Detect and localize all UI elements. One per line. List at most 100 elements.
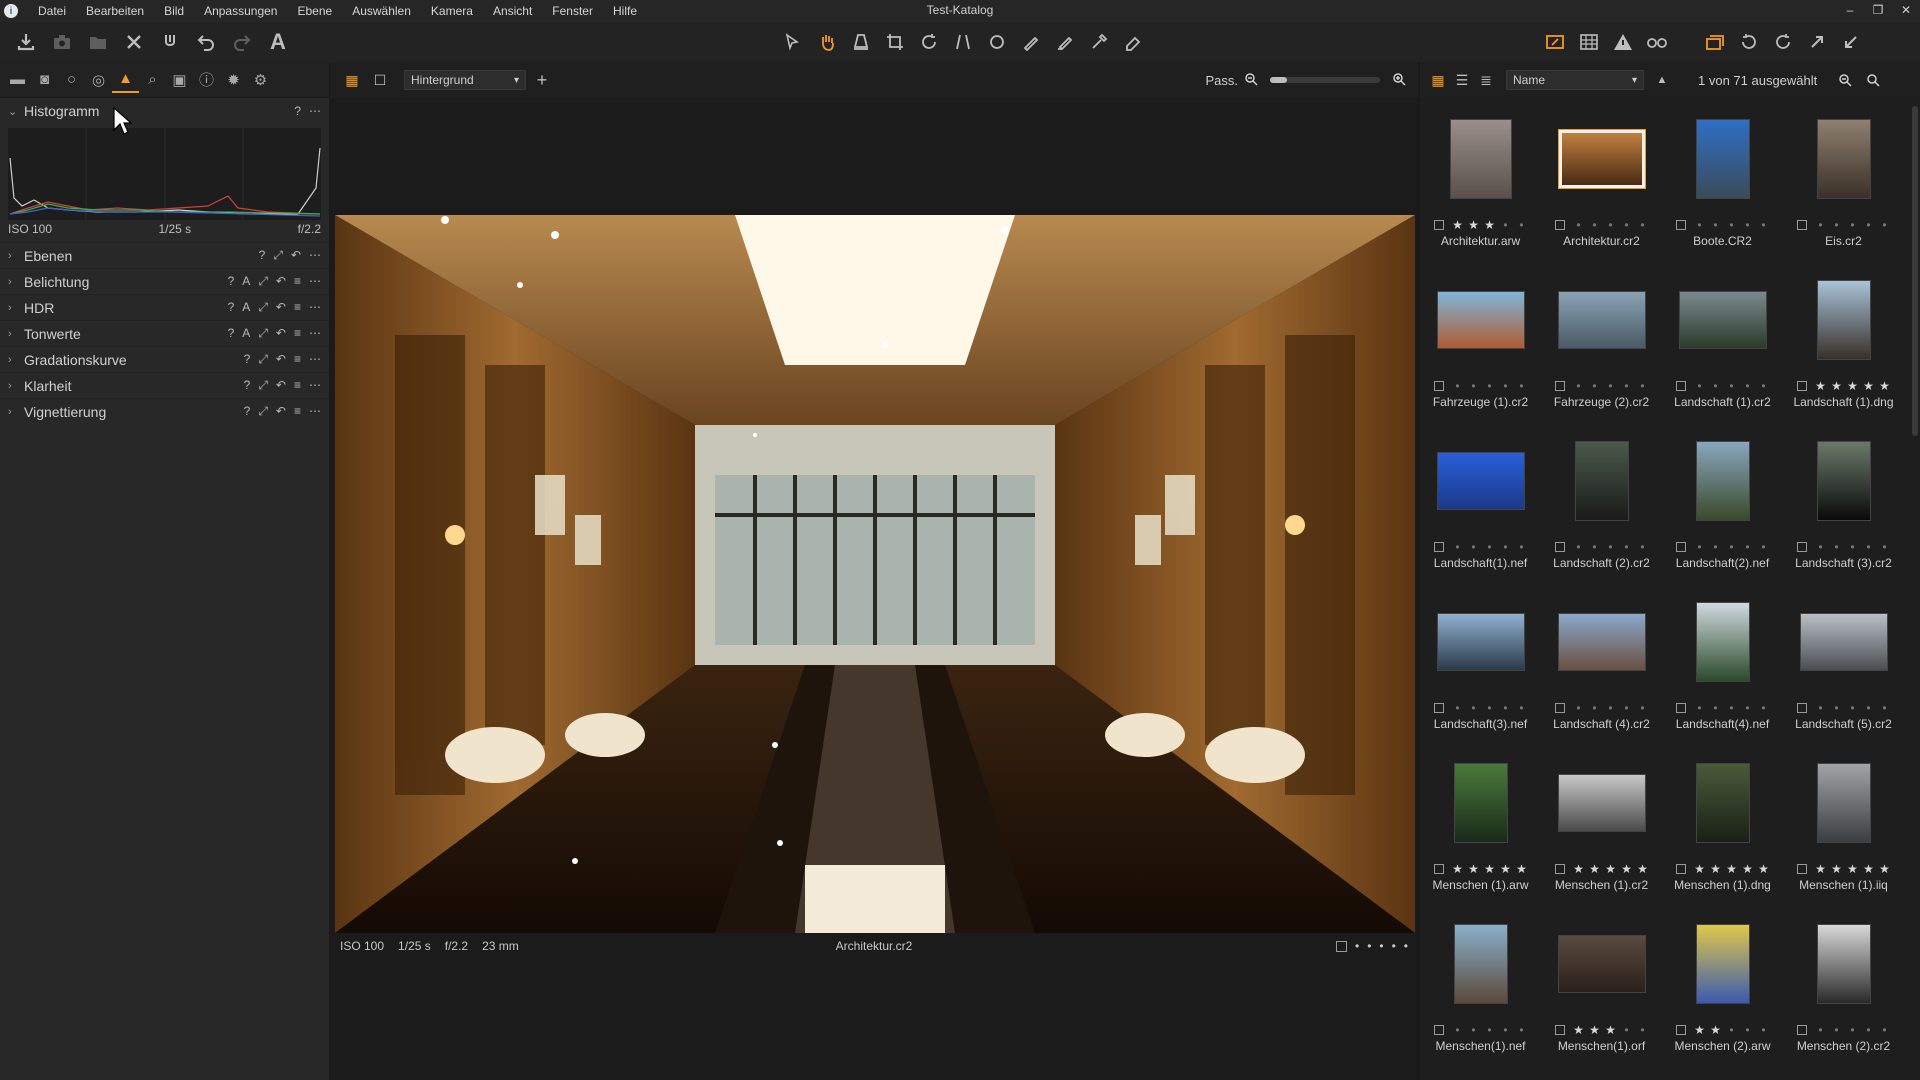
perspective-tool-icon[interactable] xyxy=(946,26,980,58)
sort-direction-icon[interactable]: ▲ xyxy=(1650,68,1674,92)
rating-dot[interactable]: • xyxy=(1726,218,1738,232)
rating-dot[interactable]: • xyxy=(1452,701,1464,715)
star-icon[interactable]: ★ xyxy=(1847,379,1859,393)
rating-dot[interactable]: • xyxy=(1605,379,1617,393)
rating-dot[interactable]: • xyxy=(1863,540,1875,554)
tool-ebenen[interactable]: › Ebenen? ⤢ ↶ ⋯ xyxy=(0,242,329,268)
menu-fenster[interactable]: Fenster xyxy=(542,0,603,22)
thumbnail-image[interactable] xyxy=(1695,602,1750,682)
star-icon[interactable]: ★ xyxy=(1484,218,1496,232)
thumbnail-item[interactable]: • • • • • Menschen(1).nef xyxy=(1420,909,1541,1070)
tag-checkbox[interactable] xyxy=(1554,381,1565,391)
tool-action-icon[interactable]: ↶ xyxy=(276,326,286,341)
rating-dot[interactable]: • xyxy=(1621,540,1633,554)
thumbnail-image[interactable] xyxy=(1799,613,1888,671)
tool-action-icon[interactable]: ? xyxy=(244,378,251,393)
thumbnail-image[interactable] xyxy=(1695,441,1750,521)
rating-dot[interactable]: • xyxy=(1879,701,1891,715)
rotate-left-icon[interactable] xyxy=(1732,26,1766,58)
rating-dot[interactable]: • xyxy=(1847,218,1859,232)
zoom-in-icon[interactable] xyxy=(1392,72,1406,89)
thumbnail-item[interactable]: • • • • • Landschaft (1).cr2 xyxy=(1662,265,1783,426)
thumbnail-item[interactable]: ★ ★ ★ • • Menschen(1).orf xyxy=(1541,909,1662,1070)
rating-dot[interactable]: • xyxy=(1742,540,1754,554)
rating-dot[interactable]: • xyxy=(1500,540,1512,554)
rating-dot[interactable]: • xyxy=(1637,701,1649,715)
tool-action-icon[interactable]: ⤢ xyxy=(258,326,268,341)
thumbnail-item[interactable]: ★ ★ ★ ★ ★ Menschen (1).iiq xyxy=(1783,748,1904,909)
batch-icon[interactable]: ⚙ xyxy=(247,67,274,93)
main-photo[interactable] xyxy=(335,215,1415,933)
rating-dot[interactable]: • xyxy=(1694,379,1706,393)
chevron-right-icon[interactable]: › xyxy=(8,328,20,340)
chevron-right-icon[interactable]: › xyxy=(8,302,20,314)
rating-dot[interactable]: • xyxy=(1367,939,1371,953)
browser-scrollbar[interactable] xyxy=(1912,106,1918,436)
rating-dot[interactable]: • xyxy=(1831,218,1843,232)
tag-checkbox[interactable] xyxy=(1796,381,1807,391)
tool-action-icon[interactable]: ≡ xyxy=(294,300,301,315)
menu-kamera[interactable]: Kamera xyxy=(421,0,483,22)
thumbnail-item[interactable]: • • • • • Landschaft(4).nef xyxy=(1662,587,1783,748)
menu-bild[interactable]: Bild xyxy=(154,0,194,22)
chevron-right-icon[interactable]: › xyxy=(8,406,20,418)
lens-icon[interactable]: ○ xyxy=(58,67,85,93)
rating-dot[interactable]: • xyxy=(1379,939,1383,953)
tool-action-icon[interactable]: ↶ xyxy=(291,248,301,263)
star-icon[interactable]: ★ xyxy=(1468,218,1480,232)
select-tool-icon[interactable] xyxy=(776,26,810,58)
minimize-button[interactable]: – xyxy=(1836,0,1864,20)
menu-anpassungen[interactable]: Anpassungen xyxy=(194,0,287,22)
rating-dot[interactable]: • xyxy=(1710,701,1722,715)
library-icon[interactable]: ▬ xyxy=(4,67,31,93)
zoom-out-icon[interactable] xyxy=(1244,72,1258,89)
tool-action-icon[interactable]: A xyxy=(242,300,250,315)
pan-tool-icon[interactable] xyxy=(810,26,844,58)
thumbnail-image[interactable] xyxy=(1436,452,1525,510)
tag-checkbox[interactable] xyxy=(1675,1025,1686,1035)
tag-checkbox[interactable] xyxy=(1433,1025,1444,1035)
rating-dot[interactable]: • xyxy=(1589,218,1601,232)
star-icon[interactable]: ★ xyxy=(1500,862,1512,876)
rating-dot[interactable]: • xyxy=(1500,1023,1512,1037)
thumbnail-image[interactable] xyxy=(1816,441,1871,521)
thumbnail-image[interactable] xyxy=(1695,924,1750,1004)
sort-select[interactable]: Name ▾ xyxy=(1506,70,1644,90)
star-icon[interactable]: ★ xyxy=(1863,379,1875,393)
spot-tool-icon[interactable] xyxy=(980,26,1014,58)
tool-action-icon[interactable]: ↶ xyxy=(276,300,286,315)
rating-dot[interactable]: • xyxy=(1589,701,1601,715)
rating-dot[interactable]: • xyxy=(1452,379,1464,393)
menu-ebene[interactable]: Ebene xyxy=(287,0,342,22)
tool-gradationskurve[interactable]: › Gradationskurve? ⤢ ↶ ≡ ⋯ xyxy=(0,346,329,372)
star-icon[interactable]: ★ xyxy=(1573,862,1585,876)
rating-dot[interactable]: • xyxy=(1468,379,1480,393)
capture-icon[interactable]: ◙ xyxy=(31,67,58,93)
thumbnail-item[interactable]: • • • • • Landschaft(1).nef xyxy=(1420,426,1541,587)
filmstrip-view-icon[interactable]: ≣ xyxy=(1474,68,1498,92)
tool-belichtung[interactable]: › Belichtung? A ⤢ ↶ ≡ ⋯ xyxy=(0,268,329,294)
tool-action-icon[interactable]: ≡ xyxy=(294,378,301,393)
tool-action-icon[interactable]: ⋯ xyxy=(309,248,321,263)
rating-dot[interactable]: • xyxy=(1758,1023,1770,1037)
star-icon[interactable]: ★ xyxy=(1831,379,1843,393)
rating-dot[interactable]: • xyxy=(1879,218,1891,232)
star-icon[interactable]: ★ xyxy=(1589,862,1601,876)
tool-action-icon[interactable]: ≡ xyxy=(294,352,301,367)
thumbnail-image[interactable] xyxy=(1557,774,1646,832)
star-icon[interactable]: ★ xyxy=(1758,862,1770,876)
thumbnail-image[interactable] xyxy=(1557,935,1646,993)
tag-checkbox[interactable] xyxy=(1433,220,1444,230)
chevron-right-icon[interactable]: › xyxy=(8,276,20,288)
rating-dot[interactable]: • xyxy=(1726,379,1738,393)
menu-bearbeiten[interactable]: Bearbeiten xyxy=(76,0,154,22)
tool-action-icon[interactable]: ? xyxy=(228,274,235,289)
rating-dot[interactable]: • xyxy=(1815,1023,1827,1037)
rating-dot[interactable]: • xyxy=(1847,701,1859,715)
tool-action-icon[interactable]: ⋯ xyxy=(309,378,321,393)
rating-dot[interactable]: • xyxy=(1605,540,1617,554)
exposure-icon[interactable]: ▲ xyxy=(112,67,139,93)
chevron-right-icon[interactable]: › xyxy=(8,380,20,392)
thumbnail-item[interactable]: • • • • • Fahrzeuge (2).cr2 xyxy=(1541,265,1662,426)
rating-dot[interactable]: • xyxy=(1758,379,1770,393)
